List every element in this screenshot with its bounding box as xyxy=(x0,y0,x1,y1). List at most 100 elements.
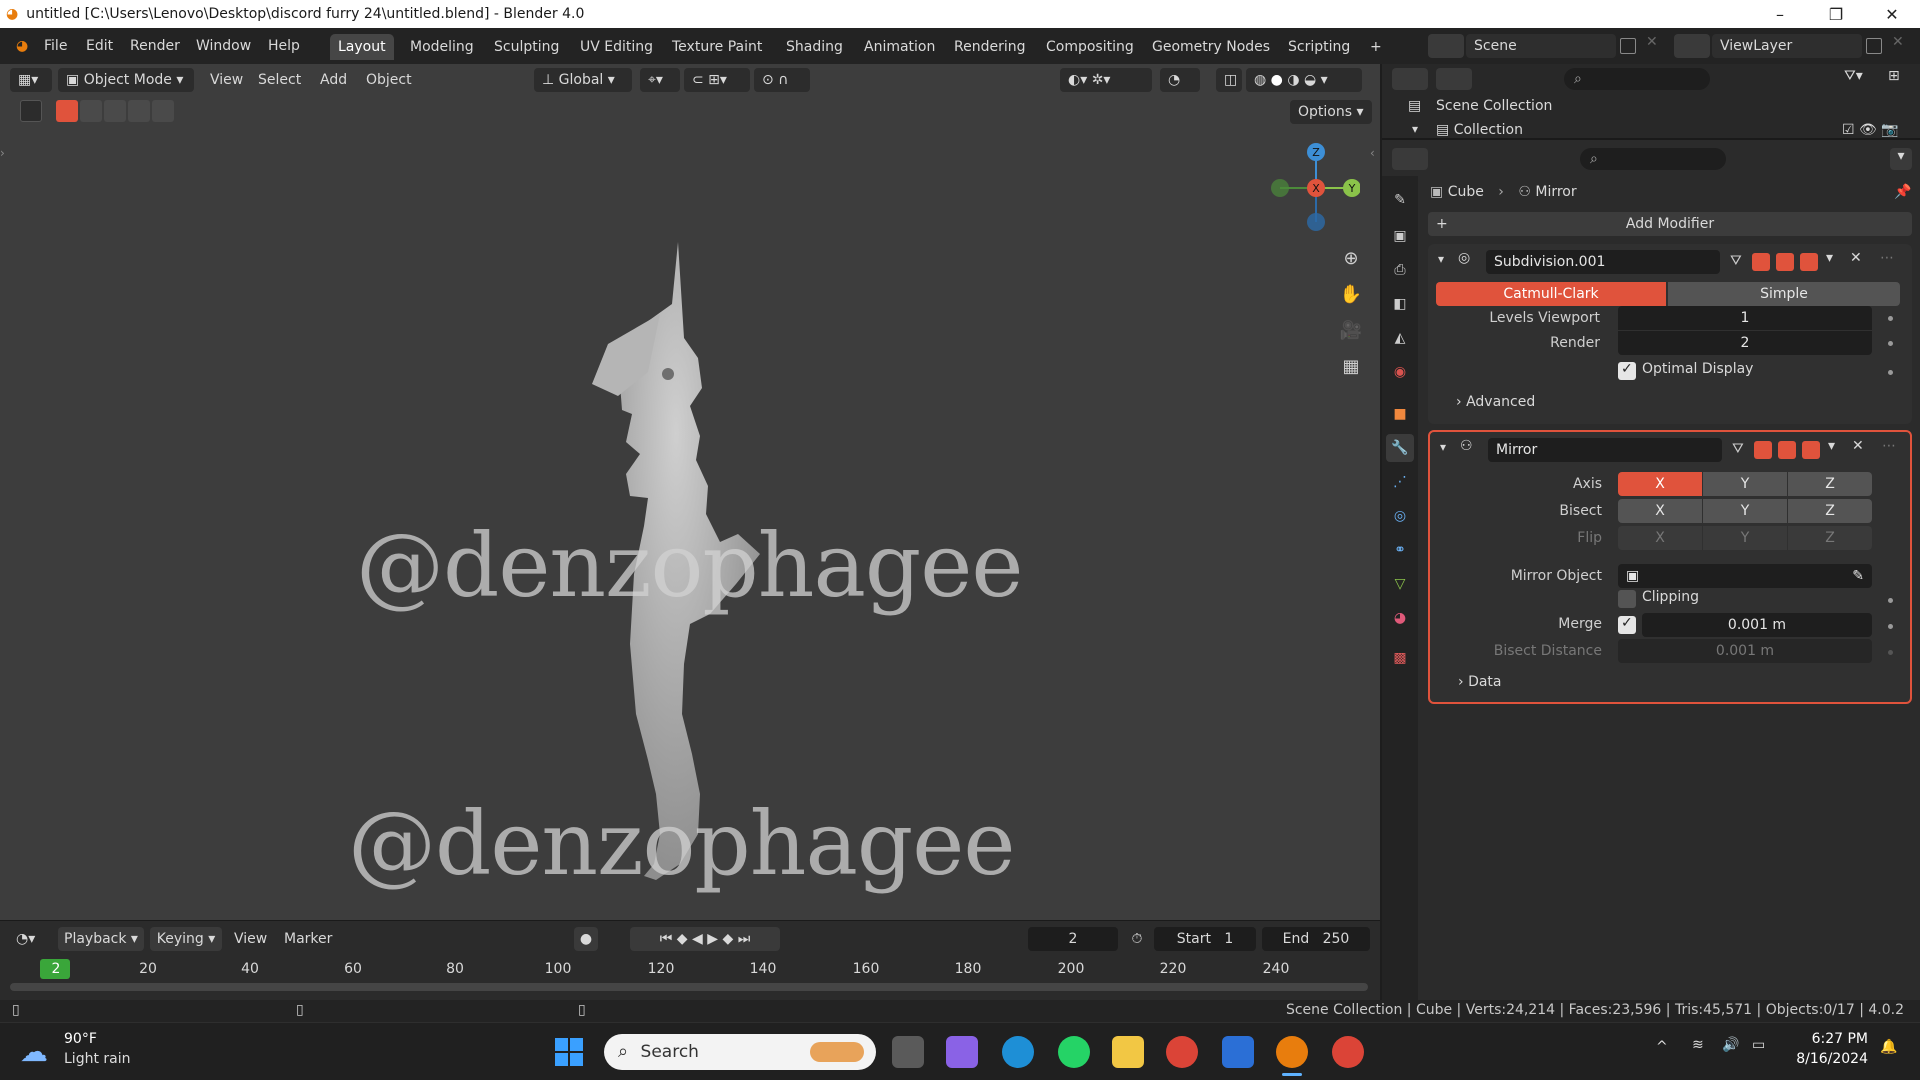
realtime-display-icon[interactable] xyxy=(1778,441,1796,459)
chrome-profile-icon[interactable] xyxy=(1332,1036,1364,1068)
on-cage-icon[interactable] xyxy=(1752,253,1770,271)
menu-file[interactable]: File xyxy=(36,34,75,58)
subdivision-header[interactable]: ▾ ◎ Subdivision.001 ⛛ ▾ ✕ ⋯ xyxy=(1428,244,1912,278)
timeline-menu-marker[interactable]: Marker xyxy=(278,927,338,951)
flip-y-toggle[interactable]: Y xyxy=(1703,526,1787,550)
keying-dropdown[interactable]: Keying ▾ xyxy=(150,927,222,951)
wireframe-shading-icon[interactable]: ◍ xyxy=(1254,72,1266,88)
add-modifier-button[interactable]: + Add Modifier xyxy=(1428,212,1912,236)
material-tab-icon[interactable]: ◕ xyxy=(1386,604,1414,632)
playback-controls[interactable]: ⏮ ◆ ◀ ▶ ◆ ⏭ xyxy=(630,927,780,951)
outliner-search-input[interactable]: ⌕ xyxy=(1564,68,1710,90)
perspective-grid-icon[interactable]: ▦ xyxy=(1335,350,1367,382)
world-tab-icon[interactable]: ◉ xyxy=(1386,358,1414,386)
next-keyframe-icon[interactable]: ◆ xyxy=(722,931,733,947)
levels-viewport-field[interactable]: 1 xyxy=(1618,306,1872,330)
close-window-button[interactable]: ✕ xyxy=(1864,0,1920,28)
collection-label[interactable]: ▤ Collection xyxy=(1436,122,1523,138)
navigation-gizmo[interactable]: Z Y X xyxy=(1260,134,1360,244)
properties-editor-type-icon[interactable] xyxy=(1392,148,1428,170)
constraints-tab-icon[interactable]: ⚭ xyxy=(1386,536,1414,564)
mode-dropdown[interactable]: ▣ Object Mode ▾ xyxy=(58,68,194,92)
bisect-x-toggle[interactable]: X xyxy=(1618,499,1702,523)
select-invert-icon[interactable] xyxy=(128,100,150,122)
tab-compositing[interactable]: Compositing xyxy=(1038,34,1142,60)
weather-temperature[interactable]: 90°F xyxy=(64,1031,97,1047)
keyframe-dot-icon[interactable] xyxy=(1888,316,1893,321)
select-new-icon[interactable] xyxy=(56,100,78,122)
view-layer-tab-icon[interactable]: ◧ xyxy=(1386,290,1414,318)
edit-mode-icon[interactable]: ⛛ xyxy=(1730,253,1748,271)
task-view-icon[interactable] xyxy=(892,1036,924,1068)
menu-window[interactable]: Window xyxy=(188,34,259,58)
physics-tab-icon[interactable]: ◎ xyxy=(1386,502,1414,530)
tab-sculpting[interactable]: Sculpting xyxy=(486,34,567,60)
collapse-chevron-icon[interactable]: ▾ xyxy=(1440,440,1446,454)
view-layer-field[interactable]: ViewLayer xyxy=(1712,34,1862,58)
menu-help[interactable]: Help xyxy=(260,34,308,58)
add-workspace-button[interactable]: + xyxy=(1362,34,1390,60)
taskbar-search-input[interactable]: ⌕ Search xyxy=(604,1034,876,1070)
modifier-dropdown-icon[interactable]: ▾ xyxy=(1826,250,1833,266)
zoom-icon[interactable]: ⊕ xyxy=(1335,242,1367,274)
advanced-subpanel-toggle[interactable]: › Advanced xyxy=(1456,394,1535,410)
bisect-distance-field[interactable]: 0.001 m xyxy=(1618,639,1872,663)
weather-icon[interactable]: ☁ xyxy=(20,1035,48,1068)
flip-z-toggle[interactable]: Z xyxy=(1788,526,1872,550)
current-frame-field[interactable]: 2 xyxy=(1028,927,1118,951)
keyframe-dot-icon[interactable] xyxy=(1888,598,1893,603)
visibility-gizmo-icons[interactable]: ◐▾ ✲▾ xyxy=(1060,68,1152,92)
windows-start-icon[interactable] xyxy=(554,1037,584,1067)
pivot-point-icon[interactable]: ⌖▾ xyxy=(640,68,680,92)
merge-checkbox[interactable] xyxy=(1618,615,1636,634)
particles-tab-icon[interactable]: ⋰ xyxy=(1386,468,1414,496)
scene-collection-label[interactable]: Scene Collection xyxy=(1436,98,1552,114)
show-hidden-icons-chevron[interactable]: ^ xyxy=(1656,1039,1668,1055)
bisect-z-toggle[interactable]: Z xyxy=(1788,499,1872,523)
whatsapp-icon[interactable] xyxy=(1058,1036,1090,1068)
drag-handle-icon[interactable]: ⋯ xyxy=(1880,250,1894,266)
proportional-editing-icon[interactable]: ⊙ ∩ xyxy=(754,68,810,92)
solid-shading-icon[interactable]: ● xyxy=(1271,72,1283,88)
realtime-display-icon[interactable] xyxy=(1776,253,1794,271)
jump-end-icon[interactable]: ⏭ xyxy=(738,931,751,947)
tab-texture-paint[interactable]: Texture Paint xyxy=(664,34,770,60)
mirror-name-field[interactable]: Mirror xyxy=(1488,438,1722,462)
pin-icon[interactable]: 📌 xyxy=(1894,184,1911,200)
object-tab-icon[interactable]: ■ xyxy=(1386,400,1414,428)
axis-z-toggle[interactable]: Z xyxy=(1788,472,1872,496)
new-scene-icon[interactable] xyxy=(1620,38,1636,54)
scene-name-field[interactable]: Scene xyxy=(1466,34,1616,58)
jump-start-icon[interactable]: ⏮ xyxy=(660,931,673,947)
keyframe-dot-icon[interactable] xyxy=(1888,624,1893,629)
timeline-scrollbar[interactable] xyxy=(10,983,1368,991)
shading-modes[interactable]: ◍ ● ◑ ◒ ▾ xyxy=(1246,68,1362,92)
end-frame-field[interactable]: End 250 xyxy=(1262,927,1370,951)
wifi-icon[interactable]: ≋ xyxy=(1692,1037,1704,1053)
prev-keyframe-icon[interactable]: ◆ xyxy=(677,931,688,947)
timeline-editor-type-icon[interactable]: ◔▾ xyxy=(10,927,41,951)
weather-description[interactable]: Light rain xyxy=(64,1051,131,1067)
copilot-icon[interactable] xyxy=(946,1036,978,1068)
viewport-options-dropdown[interactable]: Options ▾ xyxy=(1290,100,1372,124)
capcut-icon[interactable] xyxy=(1222,1036,1254,1068)
camera-view-icon[interactable]: 🎥 xyxy=(1335,314,1367,346)
viewport-menu-select[interactable]: Select xyxy=(252,68,307,92)
pan-hand-icon[interactable]: ✋ xyxy=(1335,278,1367,310)
render-icon[interactable] xyxy=(1800,253,1818,271)
keyframe-dot-icon[interactable] xyxy=(1888,370,1893,375)
merge-distance-field[interactable]: 0.001 m xyxy=(1642,613,1872,637)
menu-edit[interactable]: Edit xyxy=(78,34,121,58)
menu-render[interactable]: Render xyxy=(122,34,188,58)
viewport-menu-view[interactable]: View xyxy=(204,68,249,92)
data-subpanel-toggle[interactable]: › Data xyxy=(1458,674,1502,690)
optimal-display-checkbox[interactable] xyxy=(1618,361,1636,380)
transform-orientation-dropdown[interactable]: ⊥ Global ▾ xyxy=(534,68,632,92)
properties-options-icon[interactable]: ▾ xyxy=(1890,148,1912,170)
select-tool-icon[interactable] xyxy=(20,100,42,122)
snapping-icon[interactable]: ⊂ ⊞▾ xyxy=(684,68,750,92)
simple-button[interactable]: Simple xyxy=(1668,282,1900,306)
xray-icon[interactable]: ◫ xyxy=(1216,68,1242,92)
render-icon[interactable] xyxy=(1802,441,1820,459)
viewport-menu-object[interactable]: Object xyxy=(360,68,418,92)
